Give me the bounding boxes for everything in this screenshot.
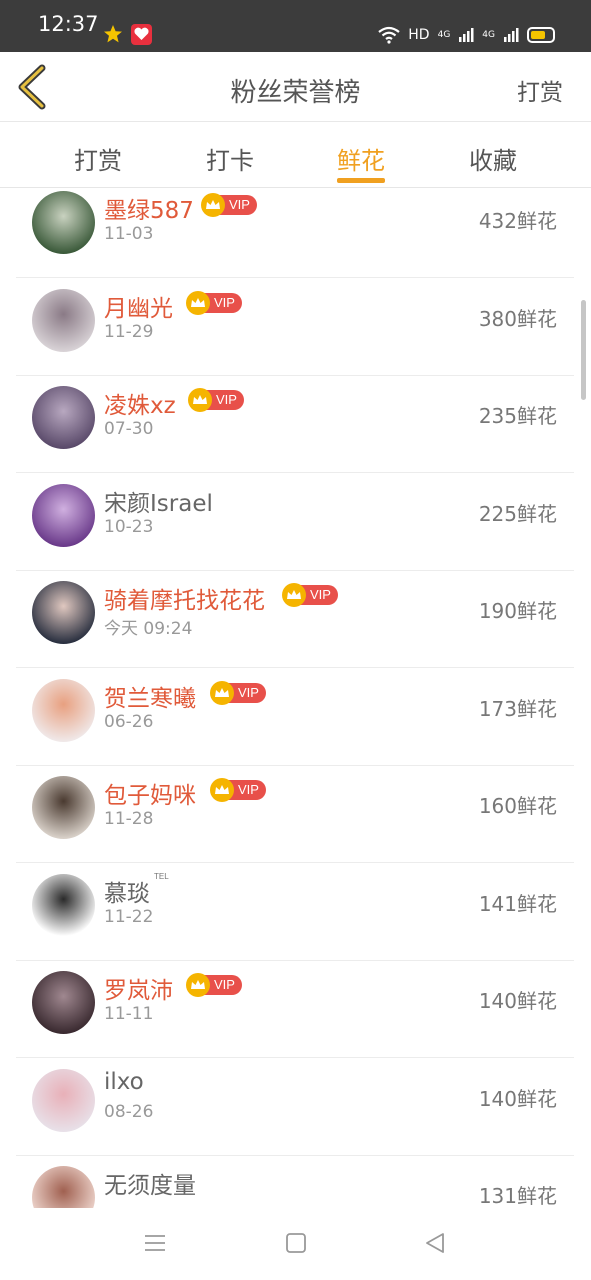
wifi-icon [378, 26, 400, 44]
fan-name[interactable]: 包子妈咪 [104, 776, 196, 810]
fan-date: 06-26 [104, 711, 154, 732]
vip-badge: VIP [282, 583, 338, 607]
fan-name[interactable]: 宋颜Israel [104, 484, 213, 518]
fan-row[interactable]: 无须度量 131鲜花 [16, 1156, 574, 1208]
crown-icon [186, 290, 210, 315]
signal-icon [504, 28, 519, 42]
scrollbar[interactable] [581, 300, 586, 400]
system-icons: HD 4G 4G [378, 22, 555, 48]
crown-icon [210, 680, 234, 705]
crown-icon [282, 583, 306, 607]
tip-button[interactable]: 打赏 [517, 73, 563, 107]
fan-date: 11-28 [104, 809, 154, 829]
star-icon [104, 25, 122, 43]
flower-count: 190鲜花 [478, 599, 557, 623]
fan-date: 11-29 [104, 321, 154, 342]
vip-badge: VIP [210, 680, 266, 705]
fan-name[interactable]: 墨绿587 [104, 191, 194, 225]
signal1-label: 4G [437, 30, 451, 40]
tab-favorites[interactable]: 收藏 [443, 141, 543, 176]
fan-date: 07-30 [104, 419, 154, 439]
avatar[interactable] [32, 386, 95, 449]
home-square-icon[interactable] [285, 1232, 307, 1254]
crown-icon [186, 973, 210, 997]
fan-row[interactable]: 慕琰 TEL 11-22 141鲜花 [16, 864, 574, 961]
fan-date: 08-26 [104, 1101, 154, 1122]
tab-checkin[interactable]: 打卡 [180, 141, 280, 176]
vip-badge: VIP [186, 973, 242, 997]
system-nav-bar [0, 1208, 591, 1280]
flower-count: 141鲜花 [478, 891, 557, 916]
fan-name[interactable]: 无须度量 [104, 1166, 196, 1200]
fan-date: 10-23 [104, 516, 154, 537]
fan-name[interactable]: 骑着摩托找花花 [104, 581, 265, 615]
flower-count: 140鲜花 [478, 989, 557, 1013]
fan-row[interactable]: 墨绿587 VIP 11-03 432鲜花 [16, 188, 574, 278]
fan-row[interactable]: 宋颜Israel 10-23 225鲜花 [16, 474, 574, 571]
avatar[interactable] [32, 678, 95, 742]
avatar[interactable] [32, 581, 95, 644]
avatar[interactable] [32, 288, 95, 352]
network-label: HD [408, 27, 430, 43]
signal-icon [459, 28, 474, 42]
fan-name[interactable]: 慕琰 [104, 874, 150, 908]
fan-name[interactable]: 凌姝xz [104, 386, 176, 420]
fan-date: 11-22 [104, 906, 154, 927]
flower-count: 140鲜花 [478, 1086, 557, 1111]
battery-icon [527, 27, 555, 43]
fan-name[interactable]: 贺兰寒曦 [104, 679, 196, 713]
flower-count: 160鲜花 [478, 794, 557, 818]
active-tab-indicator [337, 178, 385, 183]
crown-icon [201, 193, 225, 217]
avatar[interactable] [32, 483, 95, 547]
app-header: 粉丝荣誉榜 打赏 [0, 52, 591, 122]
back-triangle-icon[interactable] [424, 1232, 446, 1254]
app-badge-icon [131, 24, 152, 45]
status-bar: 12:37 HD 4G 4G [0, 0, 591, 52]
fan-row[interactable]: 包子妈咪 VIP 11-28 160鲜花 [16, 766, 574, 863]
flower-count: 235鲜花 [478, 404, 557, 428]
page-title: 粉丝荣誉榜 [230, 78, 361, 108]
avatar[interactable] [32, 873, 95, 937]
fan-date: 11-11 [104, 1004, 154, 1024]
fan-name[interactable]: 罗岚沛 [104, 971, 173, 1005]
vip-badge: VIP [210, 778, 266, 802]
fan-ranking-list[interactable]: 墨绿587 VIP 11-03 432鲜花月幽光 VIP 11-29 380鲜花凌姝xz VI… [16, 188, 574, 1208]
flower-count: 173鲜花 [478, 696, 557, 721]
tab-tip[interactable]: 打赏 [48, 141, 148, 176]
signal2-label: 4G [482, 30, 495, 40]
flower-count: 225鲜花 [478, 501, 557, 526]
fan-row[interactable]: 骑着摩托找花花 VIP 今天 09:24 190鲜花 [16, 571, 574, 668]
tel-tag: TEL [154, 871, 169, 881]
avatar[interactable] [32, 1068, 95, 1132]
status-time: 12:37 [38, 12, 99, 36]
vip-badge: VIP [201, 193, 257, 217]
tab-bar: 打赏 打卡 鲜花 收藏 [0, 123, 591, 188]
vip-badge: VIP [186, 290, 242, 315]
avatar[interactable] [32, 1166, 95, 1208]
fan-date: 今天 09:24 [104, 619, 193, 639]
fan-row[interactable]: ilxo 08-26 140鲜花 [16, 1059, 574, 1156]
fan-date: 11-03 [104, 224, 154, 244]
crown-icon [188, 388, 212, 412]
avatar[interactable] [32, 776, 95, 839]
fan-name[interactable]: 月幽光 [104, 289, 173, 323]
avatar[interactable] [32, 191, 95, 254]
menu-icon[interactable] [144, 1232, 166, 1254]
fan-row[interactable]: 月幽光 VIP 11-29 380鲜花 [16, 279, 574, 376]
crown-icon [210, 778, 234, 802]
vip-badge: VIP [188, 388, 244, 412]
tab-flowers[interactable]: 鲜花 [311, 141, 411, 176]
avatar[interactable] [32, 971, 95, 1034]
fan-row[interactable]: 贺兰寒曦 VIP 06-26 173鲜花 [16, 669, 574, 766]
fan-row[interactable]: 凌姝xz VIP 07-30 235鲜花 [16, 376, 574, 473]
flower-count: 131鲜花 [478, 1184, 557, 1208]
fan-row[interactable]: 罗岚沛 VIP 11-11 140鲜花 [16, 961, 574, 1058]
flower-count: 380鲜花 [478, 306, 557, 331]
fan-name[interactable]: ilxo [104, 1069, 144, 1095]
flower-count: 432鲜花 [478, 209, 557, 233]
